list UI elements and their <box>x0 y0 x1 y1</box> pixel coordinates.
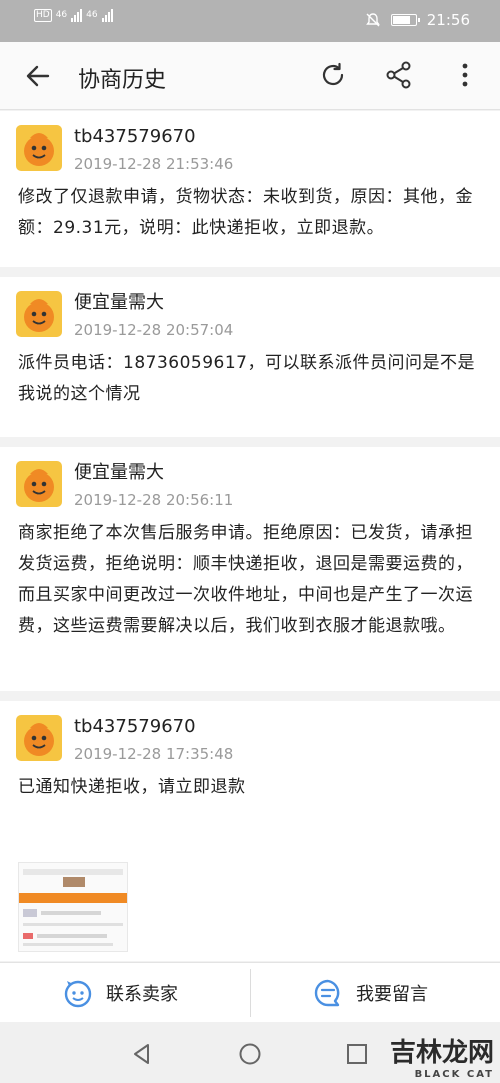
avatar <box>16 291 62 337</box>
leave-message-button[interactable]: 我要留言 <box>312 963 428 1023</box>
nav-recents-icon[interactable] <box>345 1042 369 1066</box>
sender-name: 便宜量需大 <box>74 462 164 483</box>
divider <box>250 969 251 1017</box>
back-arrow-icon[interactable] <box>22 60 54 92</box>
page-title: 协商历史 <box>78 68 167 93</box>
watermark-text: 吉林龙网 <box>389 1038 494 1068</box>
network-label-2: 46 <box>86 9 98 20</box>
more-options-icon[interactable] <box>448 58 482 92</box>
app-bar: 协商历史 <box>0 42 500 110</box>
signal-icon <box>71 8 83 22</box>
watermark-sub: BLACK CAT <box>414 1069 494 1080</box>
nav-home-icon[interactable] <box>238 1042 262 1066</box>
signal-indicators: HD 46 46 <box>34 8 113 22</box>
avatar <box>16 125 62 171</box>
sender-name: tb437579670 <box>74 716 196 737</box>
timestamp: 2019-12-28 20:57:04 <box>74 321 234 339</box>
timestamp: 2019-12-28 21:53:46 <box>74 155 234 173</box>
timestamp: 2019-12-28 17:35:48 <box>74 745 234 763</box>
history-entry: tb437579670 2019-12-28 21:53:46 修改了仅退款申请… <box>0 111 500 267</box>
signal-icon-2 <box>101 8 113 22</box>
share-icon[interactable] <box>382 58 416 92</box>
avatar <box>16 461 62 507</box>
history-entry: 便宜量需大 2019-12-28 20:56:11 商家拒绝了本次售后服务申请。… <box>0 447 500 691</box>
chat-face-icon <box>64 980 92 1008</box>
avatar <box>16 715 62 761</box>
negotiation-history-list: tb437579670 2019-12-28 21:53:46 修改了仅退款申请… <box>0 111 500 971</box>
leave-message-label: 我要留言 <box>356 984 428 1005</box>
watermark: 吉林龙网 BLACK CAT <box>390 1032 494 1080</box>
battery-icon <box>390 14 420 26</box>
message-text: 修改了仅退款申请，货物状态：未收到货，原因：其他，金额：29.31元，说明：此快… <box>18 187 473 238</box>
sender-name: tb437579670 <box>74 126 196 147</box>
message-text: 已通知快递拒收，请立即退款 <box>18 777 246 797</box>
history-entry: 便宜量需大 2019-12-28 20:57:04 派件员电话：18736059… <box>0 277 500 437</box>
bottom-action-bar: 联系卖家 我要留言 <box>0 962 500 1022</box>
message-text: 商家拒绝了本次售后服务申请。拒绝原因：已发货，请承担发货运费，拒绝说明：顺丰快递… <box>18 523 473 636</box>
status-bar: HD 46 46 21:56 <box>0 0 500 42</box>
contact-seller-label: 联系卖家 <box>106 984 178 1005</box>
sender-name: 便宜量需大 <box>74 292 164 313</box>
contact-seller-button[interactable]: 联系卖家 <box>62 963 178 1023</box>
message-bubble-icon <box>314 979 340 1007</box>
hd-label: HD <box>34 8 52 22</box>
mute-bell-icon <box>365 13 380 27</box>
refresh-icon[interactable] <box>316 58 350 92</box>
nav-back-icon[interactable] <box>130 1042 154 1066</box>
timestamp: 2019-12-28 20:56:11 <box>74 491 234 509</box>
network-label: 46 <box>55 9 68 20</box>
message-text: 派件员电话：18736059617，可以联系派件员问问是不是我说的这个情况 <box>18 353 475 404</box>
attachment-thumbnail[interactable] <box>18 862 128 952</box>
clock: 21:56 <box>426 11 470 29</box>
